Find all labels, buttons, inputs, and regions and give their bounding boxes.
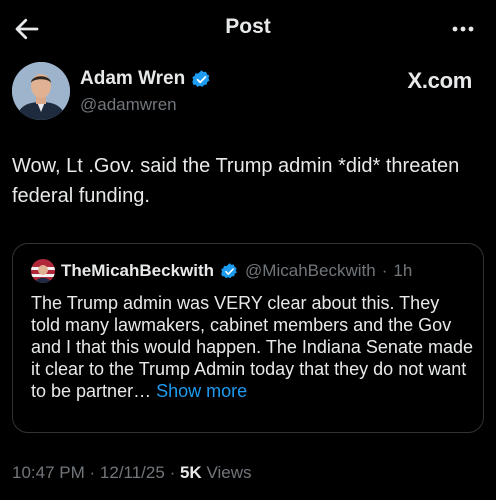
quoted-post-header: TheMicahBeckwith @MicahBeckwith · 1h — [31, 259, 412, 283]
author-display-name[interactable]: Adam Wren — [80, 68, 185, 90]
views-count[interactable]: 5K — [180, 463, 202, 482]
author-handle[interactable]: @adamwren — [80, 95, 177, 115]
top-bar: Post — [0, 0, 496, 56]
quoted-post[interactable]: TheMicahBeckwith @MicahBeckwith · 1h The… — [12, 243, 484, 433]
post-text: Wow, Lt .Gov. said the Trump admin *did*… — [12, 155, 460, 207]
post-date: 12/11/25 — [99, 463, 165, 482]
verified-badge-icon — [192, 69, 210, 87]
page-title: Post — [225, 15, 271, 38]
name-row: Adam Wren — [80, 68, 212, 90]
show-more-link[interactable]: Show more — [156, 381, 247, 401]
meta-separator: · — [169, 463, 176, 482]
meta-separator: · — [89, 463, 96, 482]
quoted-body: The Trump admin was VERY clear about thi… — [31, 293, 473, 401]
post-author: Adam Wren @adamwren X.com — [12, 62, 484, 126]
post-time: 10:47 PM — [12, 463, 85, 482]
quoted-display-name: TheMicahBeckwith — [61, 261, 215, 280]
quoted-time: 1h — [393, 261, 413, 280]
views-label: Views — [206, 463, 252, 482]
post-meta: 10:47 PM · 12/11/25 · 5K Views — [12, 463, 251, 483]
quoted-handle: @MicahBeckwith — [245, 261, 376, 280]
avatar[interactable] — [12, 62, 70, 120]
quoted-text: The Trump admin was VERY clear about thi… — [31, 292, 473, 402]
quoted-avatar[interactable] — [31, 259, 55, 283]
verified-badge-icon — [221, 262, 237, 278]
source-label: X.com — [407, 68, 472, 93]
quoted-separator: · — [381, 261, 388, 280]
more-options-icon[interactable] — [448, 14, 478, 44]
